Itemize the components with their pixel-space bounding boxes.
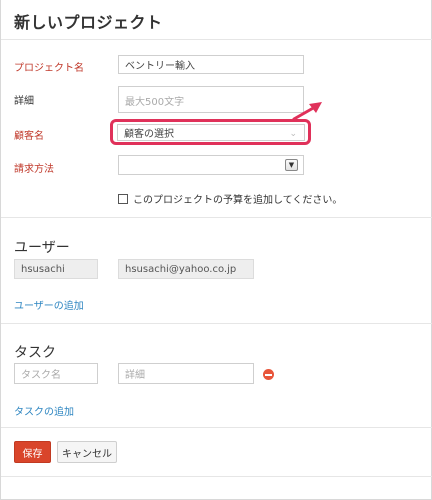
- billing-select[interactable]: ▼: [118, 155, 304, 175]
- customer-label: 顧客名: [14, 131, 44, 142]
- user-email-field: hsusachi@yahoo.co.jp: [118, 259, 254, 279]
- project-name-label: プロジェクト名: [14, 63, 84, 74]
- highlight-box: [110, 119, 311, 145]
- task-details-input[interactable]: 詳細: [118, 363, 254, 384]
- tasks-heading: タスク: [14, 345, 56, 361]
- details-label: 詳細: [14, 96, 34, 107]
- add-task-link[interactable]: タスクの追加: [14, 403, 74, 418]
- details-textarea[interactable]: 最大500文字: [118, 86, 304, 113]
- budget-checkbox-row[interactable]: このプロジェクトの予算を追加してください。: [118, 191, 342, 206]
- divider: [1, 427, 432, 428]
- budget-checkbox-label: このプロジェクトの予算を追加してください。: [133, 195, 343, 206]
- divider: [1, 39, 432, 40]
- dropdown-arrow-icon: ▼: [285, 159, 298, 171]
- add-user-link[interactable]: ユーザーの追加: [14, 297, 84, 312]
- divider: [1, 476, 432, 477]
- user-name-field: hsusachi: [14, 259, 98, 279]
- page-title: 新しいプロジェクト: [14, 13, 163, 32]
- minus-circle-icon[interactable]: [263, 369, 274, 380]
- cancel-button[interactable]: キャンセル: [57, 441, 117, 463]
- pointer-arrow-icon: [292, 102, 322, 121]
- budget-checkbox[interactable]: [118, 193, 128, 204]
- task-name-input[interactable]: タスク名: [14, 363, 98, 384]
- save-button[interactable]: 保存: [14, 441, 51, 463]
- users-heading: ユーザー: [14, 240, 70, 256]
- divider: [1, 323, 432, 324]
- project-name-input[interactable]: ベントリー輸入: [118, 55, 304, 74]
- billing-label: 請求方法: [14, 164, 54, 175]
- divider: [1, 217, 432, 218]
- dialog: 新しいプロジェクト プロジェクト名 ベントリー輸入 詳細 最大500文字 顧客名…: [0, 0, 432, 500]
